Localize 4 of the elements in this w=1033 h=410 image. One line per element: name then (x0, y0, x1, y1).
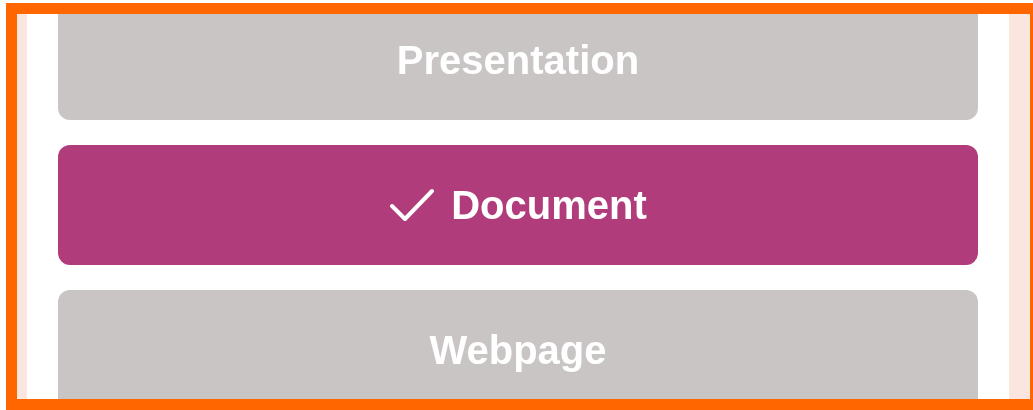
check-icon (389, 187, 436, 223)
option-button[interactable]: Document (58, 145, 978, 265)
option-button[interactable]: Webpage (58, 290, 978, 399)
option-button[interactable]: Presentation (58, 14, 978, 120)
